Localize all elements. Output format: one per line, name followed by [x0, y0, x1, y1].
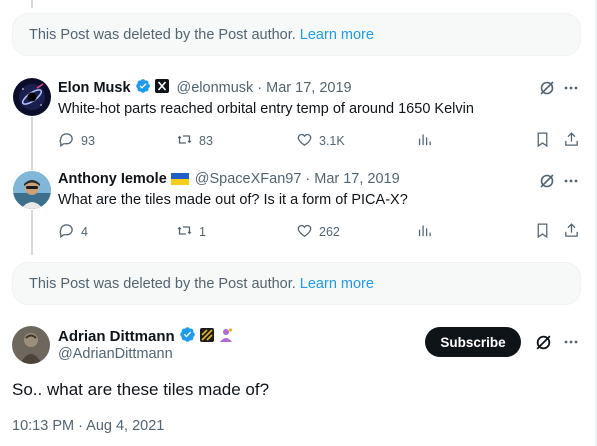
share-icon: [563, 131, 580, 151]
share-button[interactable]: [563, 131, 580, 151]
like-count: 262: [319, 225, 340, 239]
author-name[interactable]: Anthony Iemole: [58, 171, 167, 187]
bookmark-icon: [534, 131, 551, 151]
deleted-notice-text: This Post was deleted by the Post author…: [29, 275, 296, 292]
share-button[interactable]: [563, 222, 580, 242]
avatar[interactable]: [13, 78, 51, 116]
bookmark-button[interactable]: [534, 131, 551, 151]
repost-count: 1: [199, 225, 206, 239]
post-date[interactable]: · Mar 17, 2019: [305, 171, 399, 187]
deleted-post-notice: This Post was deleted by the Post author…: [12, 262, 581, 305]
author-name: Adrian Dittmann: [58, 326, 234, 347]
post-text: What are the tiles made out of? Is it a …: [58, 192, 408, 208]
reply-count: 93: [81, 134, 95, 148]
like-icon: [296, 222, 313, 242]
grok-icon[interactable]: [533, 332, 553, 352]
post-header: Anthony Iemole @SpaceXFan97 · Mar 17, 20…: [58, 171, 400, 187]
reply-count: 4: [81, 225, 88, 239]
thread-line-anthony: [31, 210, 33, 255]
like-button[interactable]: 3.1K: [296, 131, 345, 151]
bookmark-button[interactable]: [534, 222, 551, 242]
avatar[interactable]: [12, 326, 50, 364]
views-icon: [416, 131, 433, 151]
author-handle[interactable]: @SpaceXFan97: [195, 171, 302, 187]
author-handle[interactable]: @elonmusk: [177, 80, 254, 96]
more-icon[interactable]: [562, 172, 580, 190]
reply-button[interactable]: 4: [58, 222, 88, 242]
reply-button[interactable]: 93: [58, 131, 95, 151]
x-affiliate-icon: [154, 79, 169, 97]
author-name[interactable]: Elon Musk: [58, 80, 131, 96]
post-header: Elon Musk @elonmusk · Mar 17, 2019: [58, 78, 352, 98]
avatar[interactable]: [13, 171, 51, 209]
subscribe-button[interactable]: Subscribe: [425, 327, 521, 357]
learn-more-link[interactable]: Learn more: [300, 276, 374, 292]
post-date[interactable]: · Mar 17, 2019: [257, 80, 351, 96]
verified-badge-icon: [135, 78, 151, 98]
repost-button[interactable]: 83: [176, 131, 213, 151]
action-bar: 4 1 262: [58, 222, 585, 242]
grok-icon[interactable]: [538, 79, 556, 97]
deleted-post-notice: This Post was deleted by the Post author…: [12, 13, 581, 56]
affiliate-logo-icon: [199, 327, 214, 346]
share-icon: [563, 222, 580, 242]
views-button[interactable]: [416, 131, 433, 151]
more-icon[interactable]: [562, 333, 580, 351]
post-timestamp[interactable]: 10:13 PM · Aug 4, 2021: [12, 418, 164, 434]
ukraine-flag-icon: [170, 173, 189, 185]
like-count: 3.1K: [319, 134, 345, 148]
verified-badge-icon: [179, 326, 196, 347]
learn-more-link[interactable]: Learn more: [300, 27, 374, 43]
post-text: White-hot parts reached orbital entry te…: [58, 101, 474, 117]
thread-line-elon: [31, 117, 33, 170]
action-bar: 93 83 3.1K: [58, 131, 585, 151]
more-icon[interactable]: [562, 79, 580, 97]
thread-line-top: [31, 0, 33, 8]
author-name-text[interactable]: Adrian Dittmann: [58, 328, 175, 345]
bookmark-icon: [534, 222, 551, 242]
like-button[interactable]: 262: [296, 222, 340, 242]
views-button[interactable]: [416, 222, 433, 242]
views-icon: [416, 222, 433, 242]
person-emoji-icon: [218, 327, 234, 347]
reply-icon: [58, 222, 75, 242]
reply-icon: [58, 131, 75, 151]
like-icon: [296, 131, 313, 151]
grok-icon[interactable]: [538, 172, 556, 190]
repost-count: 83: [199, 134, 213, 148]
author-handle[interactable]: @AdrianDittmann: [58, 346, 173, 362]
post-text: So.. what are these tiles made of?: [12, 380, 270, 399]
repost-button[interactable]: 1: [176, 222, 206, 242]
deleted-notice-text: This Post was deleted by the Post author…: [29, 26, 296, 43]
repost-icon: [176, 131, 193, 151]
repost-icon: [176, 222, 193, 242]
